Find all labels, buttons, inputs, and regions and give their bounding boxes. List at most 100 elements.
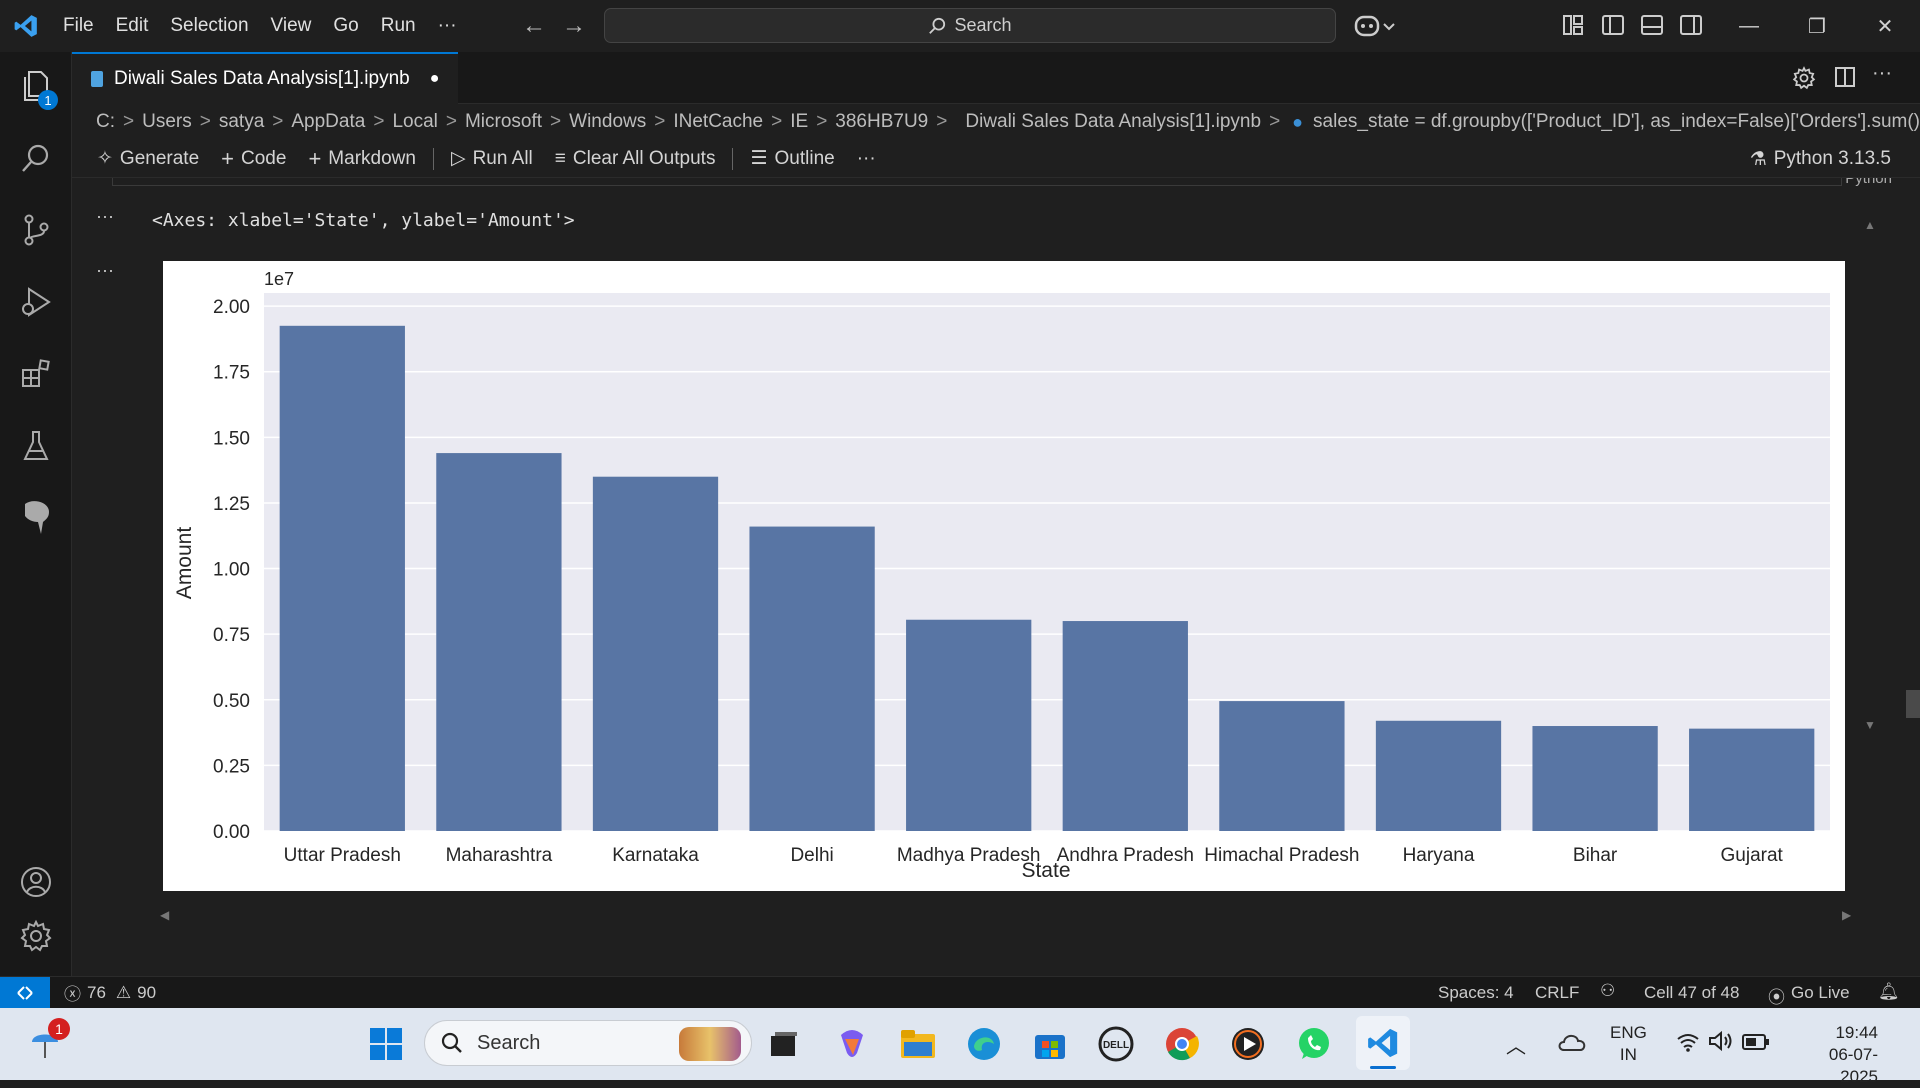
search-icon — [929, 17, 946, 34]
menu-edit[interactable]: Edit — [105, 0, 160, 52]
notebook-file-icon — [91, 71, 103, 87]
menu-view[interactable]: View — [260, 0, 323, 52]
testing-flask-icon[interactable] — [16, 426, 56, 466]
run-all-button[interactable]: ▷ Run All — [440, 140, 544, 178]
customize-layout-icon[interactable] — [1562, 14, 1584, 41]
copilot-app-icon[interactable] — [830, 1022, 874, 1066]
volume-icon[interactable] — [1708, 1030, 1734, 1057]
weather-widget-icon[interactable]: 1 — [28, 1018, 70, 1067]
restore-icon[interactable]: ❐ — [1782, 0, 1852, 52]
region-label: IN — [1619, 1045, 1637, 1064]
bar — [1375, 720, 1502, 831]
breadcrumb-item[interactable]: sales_state = df.groupby(['Product_ID'],… — [1313, 111, 1920, 133]
breadcrumb-item[interactable]: Users — [142, 111, 192, 133]
breadcrumb-item[interactable]: Microsoft — [465, 111, 542, 133]
breadcrumb-item[interactable]: Diwali Sales Data Analysis[1].ipynb — [965, 111, 1261, 133]
breadcrumb-item[interactable]: AppData — [291, 111, 365, 133]
menu-file[interactable]: File — [52, 0, 105, 52]
problems-indicator[interactable]: ⓧ 76 ⚠ 90 — [64, 980, 156, 1005]
kernel-picker[interactable]: ⚗ Python 3.13.5 — [1739, 140, 1902, 178]
eol-indicator[interactable]: CRLF — [1535, 983, 1579, 1003]
breadcrumb-item[interactable]: INetCache — [673, 111, 763, 133]
go-live-button[interactable]: ⦿ Go Live — [1768, 983, 1850, 1008]
add-code-button[interactable]: + Code — [210, 140, 297, 178]
breadcrumb-item[interactable]: Local — [392, 111, 437, 133]
command-search-box[interactable]: Search — [604, 8, 1336, 43]
menu-more[interactable]: ··· — [427, 0, 468, 52]
x-tick-label: Andhra Pradesh — [1057, 845, 1194, 866]
whatsapp-icon[interactable] — [1292, 1022, 1336, 1066]
copilot-icon[interactable] — [1354, 12, 1398, 45]
notifications-bell-icon[interactable]: 🔔︎ — [1878, 982, 1900, 1002]
bar — [906, 619, 1032, 831]
dell-app-icon[interactable]: DELL — [1094, 1022, 1138, 1066]
notebook-editor: Python ··· <Axes: xlabel='State', ylabel… — [72, 178, 1920, 976]
remote-indicator-icon[interactable] — [0, 976, 50, 1009]
scroll-left-icon[interactable]: ◀ — [160, 908, 169, 922]
add-markdown-button[interactable]: + Markdown — [297, 140, 427, 178]
back-arrow-icon[interactable]: ← — [512, 12, 556, 40]
breadcrumb-item[interactable]: 386HB7U9 — [835, 111, 928, 133]
search-highlight-image — [679, 1027, 741, 1061]
toolbar-more-button[interactable]: ··· — [846, 140, 887, 178]
bar — [1532, 726, 1658, 831]
extensions-icon[interactable] — [16, 354, 56, 394]
windows-start-icon[interactable] — [364, 1022, 408, 1066]
generate-button[interactable]: ✧ Generate — [86, 140, 210, 178]
unsaved-dot-icon[interactable]: ● — [430, 70, 440, 88]
toggle-secondary-sidebar-icon[interactable] — [1679, 14, 1703, 41]
onedrive-cloud-icon[interactable] — [1558, 1030, 1588, 1059]
clock[interactable]: 19:44 06-07-2025 — [1792, 1022, 1878, 1088]
chrome-browser-icon[interactable] — [1160, 1022, 1204, 1066]
breadcrumb-item[interactable]: satya — [219, 111, 264, 133]
media-player-icon[interactable] — [1226, 1022, 1270, 1066]
taskbar-search-box[interactable]: Search — [424, 1020, 752, 1066]
manage-gear-icon[interactable] — [16, 916, 56, 956]
microsoft-store-icon[interactable] — [1028, 1022, 1072, 1066]
battery-icon[interactable] — [1742, 1034, 1770, 1055]
edge-browser-icon[interactable] — [962, 1022, 1006, 1066]
breadcrumb-item[interactable]: Windows — [569, 111, 646, 133]
minimize-icon[interactable]: — — [1714, 0, 1784, 52]
split-editor-icon[interactable] — [1834, 66, 1856, 93]
copilot-status-icon[interactable]: ⚇ — [1600, 981, 1615, 1001]
wifi-icon[interactable] — [1676, 1032, 1700, 1057]
menu-selection[interactable]: Selection — [159, 0, 259, 52]
breadcrumb-item[interactable]: C: — [96, 111, 115, 133]
forward-arrow-icon[interactable]: → — [552, 12, 596, 40]
scroll-down-icon[interactable]: ▼ — [1864, 718, 1876, 732]
active-app-indicator — [1370, 1066, 1396, 1069]
file-explorer-icon[interactable] — [896, 1022, 940, 1066]
clear-outputs-button[interactable]: ≡ Clear All Outputs — [544, 140, 727, 178]
vscode-taskbar-icon[interactable] — [1356, 1016, 1410, 1070]
elephant-extension-icon[interactable] — [16, 498, 56, 538]
language-indicator[interactable]: ENG IN — [1610, 1022, 1647, 1066]
source-control-icon[interactable] — [16, 210, 56, 250]
task-view-icon[interactable] — [762, 1022, 806, 1066]
explorer-icon[interactable]: 1 — [16, 66, 58, 110]
menu-run[interactable]: Run — [370, 0, 427, 52]
scroll-up-icon[interactable]: ▲ — [1864, 218, 1876, 232]
notebook-settings-gear-icon[interactable] — [1792, 66, 1816, 95]
notebook-tab[interactable]: Diwali Sales Data Analysis[1].ipynb ● — [72, 52, 458, 104]
close-icon[interactable]: ✕ — [1850, 0, 1920, 52]
bar — [1219, 701, 1345, 831]
toggle-panel-icon[interactable] — [1640, 14, 1664, 41]
menu-go[interactable]: Go — [322, 0, 369, 52]
cell-position-indicator[interactable]: Cell 47 of 48 — [1644, 983, 1739, 1003]
vertical-scrollbar-thumb[interactable] — [1906, 690, 1920, 718]
show-hidden-icons-chevron-icon[interactable]: ︿ — [1506, 1030, 1526, 1059]
output-ellipsis[interactable]: ··· — [96, 260, 114, 281]
output-ellipsis[interactable]: ··· — [96, 206, 114, 227]
breadcrumb-item[interactable]: IE — [790, 111, 808, 133]
x-tick-label: Himachal Pradesh — [1204, 845, 1359, 866]
bar — [436, 453, 562, 831]
scroll-right-icon[interactable]: ▶ — [1842, 908, 1851, 922]
more-actions-icon[interactable]: ··· — [1872, 62, 1892, 85]
run-debug-icon[interactable] — [16, 282, 56, 322]
search-view-icon[interactable] — [16, 138, 56, 178]
toggle-sidebar-icon[interactable] — [1601, 14, 1625, 41]
outline-button[interactable]: ☰ Outline — [739, 140, 845, 178]
account-icon[interactable] — [16, 862, 56, 902]
indentation-indicator[interactable]: Spaces: 4 — [1438, 983, 1514, 1003]
